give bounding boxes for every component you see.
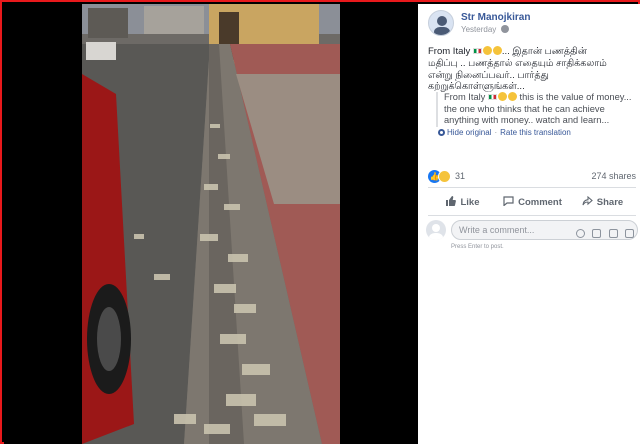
sticker-icon[interactable] xyxy=(625,229,634,238)
reaction-count[interactable]: 31 xyxy=(455,171,465,181)
translation-links: Hide original · Rate this translation xyxy=(438,128,571,137)
post-line-3: என்று நினைப்பவர்.. பார்த்து xyxy=(428,69,549,81)
post-time-label: Yesterday xyxy=(461,25,497,34)
default-avatar-icon xyxy=(429,224,443,240)
translation-prefix: From Italy xyxy=(444,92,486,102)
share-label: Share xyxy=(596,197,624,208)
camera-icon[interactable] xyxy=(592,229,602,238)
comment-hint: Press Enter to post. xyxy=(451,244,504,250)
worried-emoji-icon xyxy=(492,46,502,55)
post-translation: From Italy this is the value of money...… xyxy=(436,92,636,127)
hide-original-link[interactable]: Hide original xyxy=(447,128,491,137)
divider xyxy=(428,187,636,188)
composer-icons xyxy=(573,225,634,238)
gif-icon[interactable] xyxy=(608,229,618,238)
post-header: Str Manojkiran Yesterday xyxy=(428,10,633,38)
share-button[interactable]: Share xyxy=(568,191,637,215)
globe-icon xyxy=(500,25,509,33)
post-text-from: From Italy xyxy=(428,46,471,57)
post-text-rest: ... இதான் பணத்தின் xyxy=(501,46,588,57)
post-photo[interactable] xyxy=(4,4,418,444)
post-side-panel: Str Manojkiran Yesterday From Italy ... … xyxy=(418,4,640,444)
italy-flag-icon xyxy=(487,94,497,100)
action-bar: Like Comment Share xyxy=(428,191,636,215)
post-line-2: மதிப்பு .. பணத்தால் எதையும் சாதிக்கலாம் xyxy=(428,57,607,69)
reaction-bar: 👍 31 274 shares xyxy=(428,170,636,184)
emoji-icon[interactable] xyxy=(575,229,585,238)
post-line-1: From Italy ... இதான் பணத்தின் xyxy=(428,46,636,58)
rate-translation-link[interactable]: Rate this translation xyxy=(500,128,571,137)
like-button[interactable]: Like xyxy=(428,191,497,215)
like-icon xyxy=(446,196,457,206)
comment-composer: Write a comment... xyxy=(426,220,638,246)
worried-emoji-icon xyxy=(482,46,492,55)
share-icon xyxy=(582,196,593,206)
link-separator: · xyxy=(494,128,498,137)
italy-flag-icon xyxy=(472,48,482,54)
comment-button[interactable]: Comment xyxy=(498,191,567,215)
worried-emoji-icon xyxy=(507,92,517,101)
post-time[interactable]: Yesterday xyxy=(461,25,509,34)
street-money-photo xyxy=(4,4,418,444)
gear-icon xyxy=(438,129,445,136)
divider xyxy=(428,215,636,216)
author-avatar[interactable] xyxy=(428,10,454,36)
sad-reaction-icon[interactable] xyxy=(438,170,451,183)
author-name[interactable]: Str Manojkiran xyxy=(461,12,530,23)
worried-emoji-icon xyxy=(497,92,507,101)
comment-icon xyxy=(503,196,514,206)
comment-label: Comment xyxy=(518,197,562,208)
shares-count[interactable]: 274 shares xyxy=(591,171,636,181)
post-frame: Str Manojkiran Yesterday From Italy ... … xyxy=(0,0,640,444)
commenter-avatar xyxy=(426,220,446,240)
avatar-image xyxy=(434,16,450,35)
like-label: Like xyxy=(460,197,480,208)
post-body: From Italy ... இதான் பணத்தின் மதிப்பு ..… xyxy=(428,46,636,93)
